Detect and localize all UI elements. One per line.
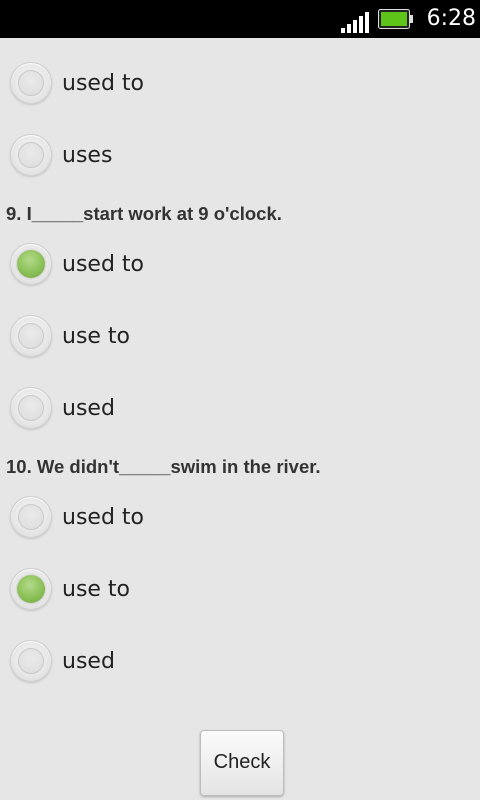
option-label: use to xyxy=(62,324,131,349)
option-use-to[interactable]: use to xyxy=(0,554,480,626)
option-used[interactable]: used xyxy=(0,373,480,445)
option-label: used xyxy=(62,649,115,674)
signal-bars-icon xyxy=(341,12,369,33)
battery-full-icon xyxy=(378,9,413,29)
radio-button[interactable] xyxy=(10,134,52,176)
quiz-content: used to uses 9. I_____start work at 9 o'… xyxy=(0,38,480,800)
option-used-to[interactable]: used to xyxy=(0,229,480,301)
option-used[interactable]: used xyxy=(0,626,480,698)
radio-button[interactable] xyxy=(10,315,52,357)
option-label: used xyxy=(62,396,115,421)
radio-button[interactable] xyxy=(10,496,52,538)
option-uses[interactable]: uses xyxy=(0,120,480,192)
radio-button[interactable] xyxy=(10,62,52,104)
option-use-to[interactable]: use to xyxy=(0,301,480,373)
radio-button[interactable] xyxy=(10,640,52,682)
option-used-to[interactable]: used to xyxy=(0,482,480,554)
option-used-to[interactable]: used to xyxy=(0,48,480,120)
option-label: use to xyxy=(62,577,131,602)
option-label: used to xyxy=(62,505,144,530)
option-label: used to xyxy=(62,252,144,277)
radio-button[interactable] xyxy=(10,387,52,429)
question-9-text: 9. I_____start work at 9 o'clock. xyxy=(6,203,282,224)
option-label: uses xyxy=(62,143,113,168)
status-clock: 6:28 xyxy=(426,6,476,31)
check-button[interactable]: Check xyxy=(200,730,284,796)
option-label: used to xyxy=(62,71,144,96)
status-bar: 6:28 xyxy=(0,0,480,38)
question-10-text: 10. We didn't_____swim in the river. xyxy=(6,456,321,477)
radio-button-selected[interactable] xyxy=(10,568,52,610)
radio-button-selected[interactable] xyxy=(10,243,52,285)
